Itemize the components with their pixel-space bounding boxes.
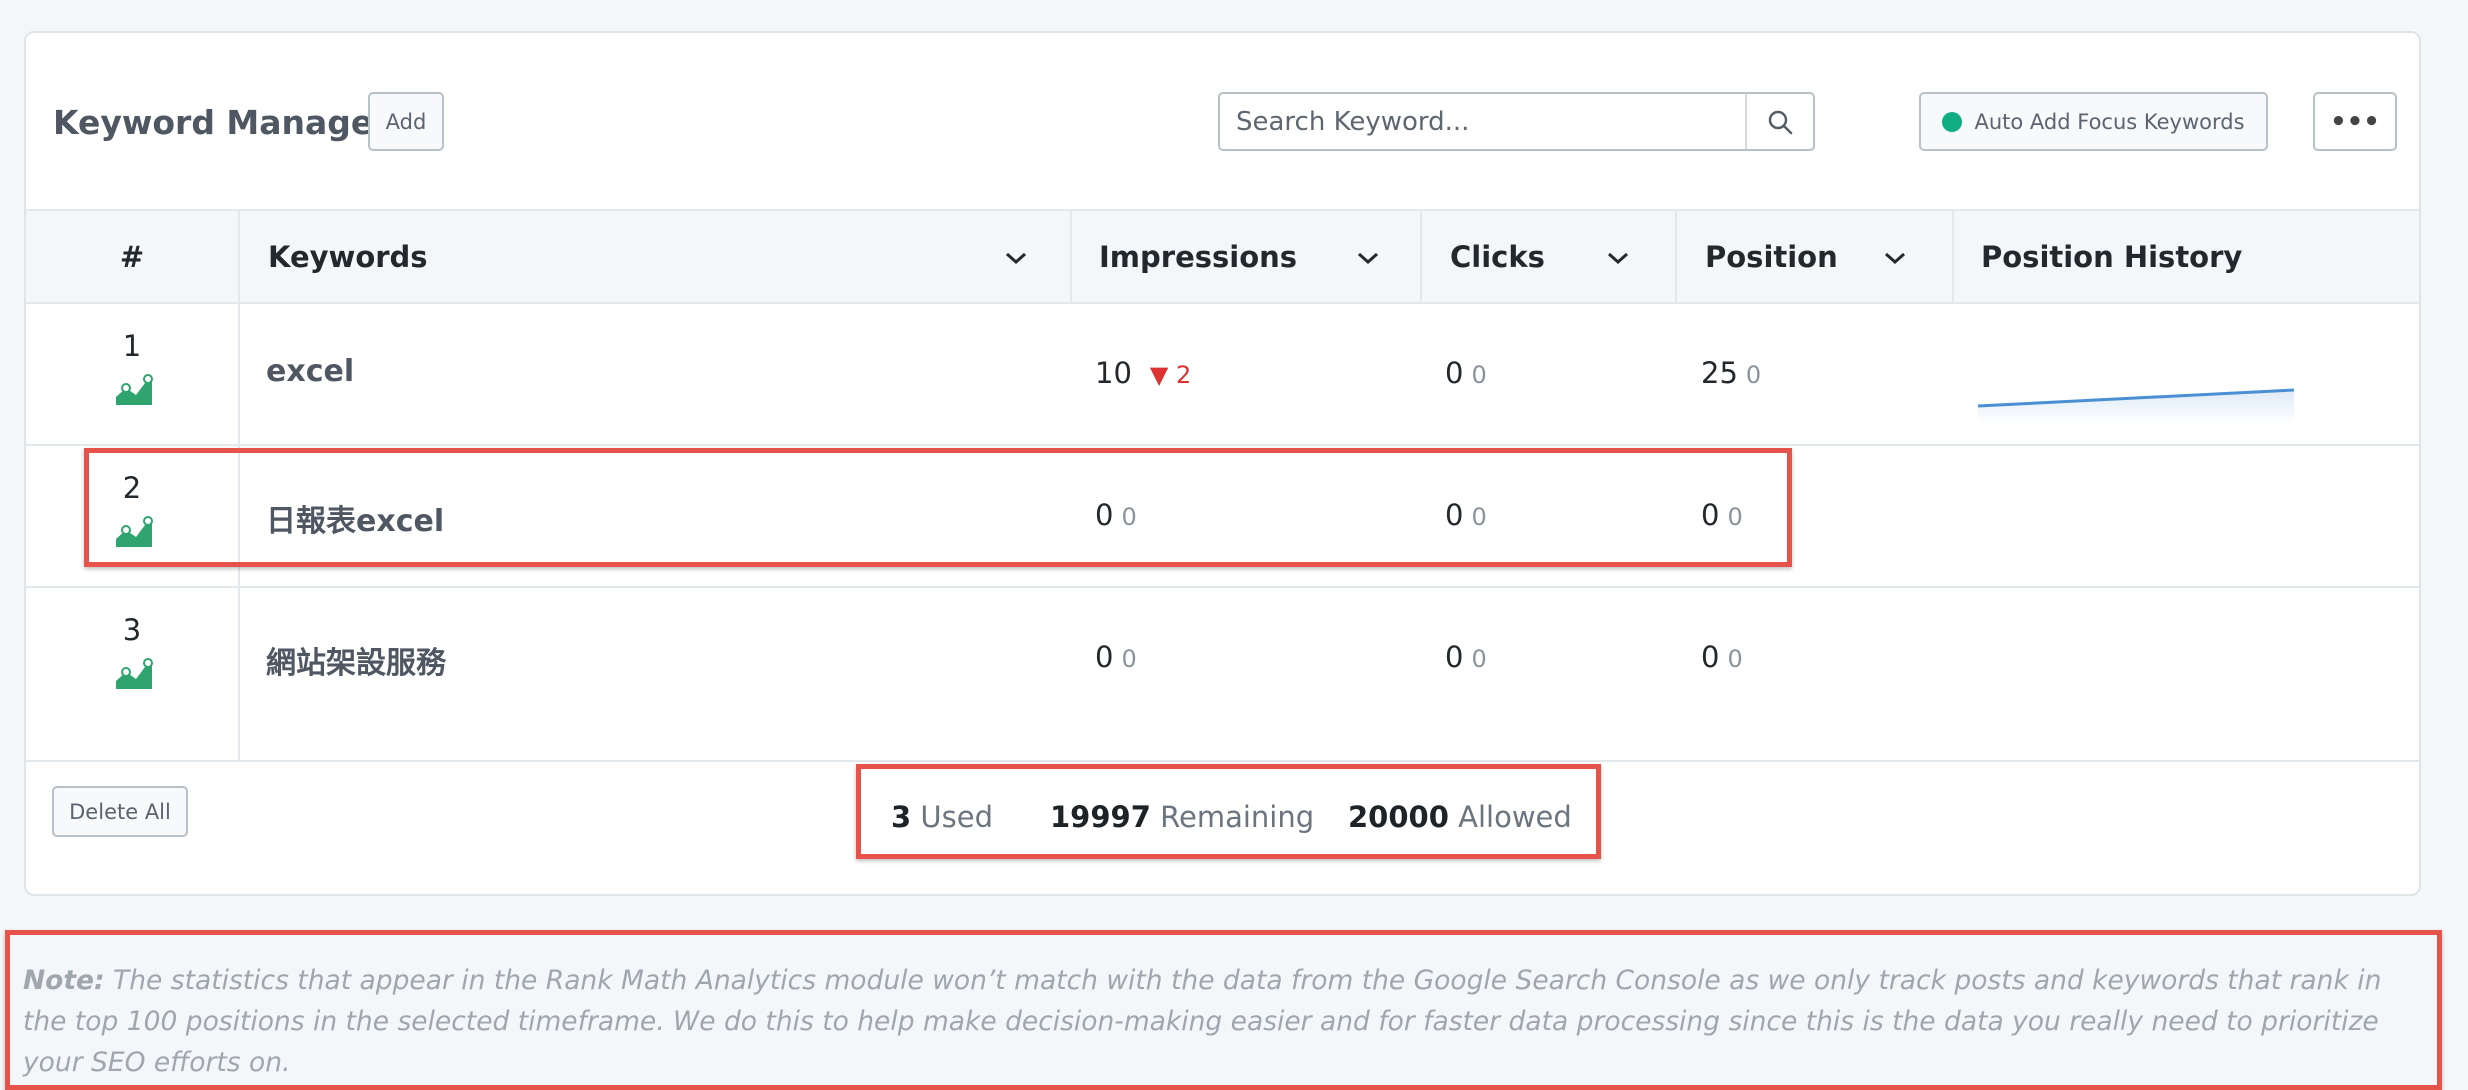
position-number: 25 (1701, 356, 1738, 390)
keyword-link[interactable]: 網站架設服務 (266, 638, 446, 682)
add-keyword-button[interactable]: Add (368, 92, 444, 151)
impressions-number: 0 (1095, 640, 1114, 674)
table-header: # Keywords Impressions Clicks Position P… (26, 209, 2419, 304)
chevron-down-icon[interactable] (1356, 251, 1380, 265)
status-dot (1942, 111, 1963, 132)
col-header-position[interactable]: Position (1705, 211, 1838, 302)
clicks-value: 00 (1445, 640, 1487, 674)
chevron-down-icon[interactable] (1883, 251, 1907, 265)
search-icon (1768, 110, 1793, 134)
position-number: 0 (1701, 640, 1720, 674)
trend-up-icon[interactable] (114, 373, 154, 407)
clicks-change: 0 (1471, 645, 1487, 673)
row-number: 1 (122, 329, 142, 363)
impressions-number: 10 (1095, 356, 1132, 390)
position-change: 0 (1727, 645, 1743, 673)
auto-add-label: Auto Add Focus Keywords (1974, 109, 2245, 134)
search-button[interactable] (1745, 94, 1813, 149)
column-divider (1675, 209, 1677, 304)
col-header-keywords[interactable]: Keywords (268, 211, 428, 302)
highlight-box-note (5, 930, 2442, 1090)
col-header-position-history: Position History (1981, 239, 2243, 274)
chevron-down-icon[interactable] (1606, 251, 1630, 265)
col-header-clicks[interactable]: Clicks (1450, 211, 1545, 302)
impressions-change-value: 2 (1176, 361, 1192, 389)
highlight-box-usage (856, 764, 1601, 859)
impressions-value: 10 ▼ 2 (1095, 356, 1191, 390)
clicks-number: 0 (1445, 356, 1464, 390)
position-history-sparkline (1977, 388, 2295, 424)
search-box (1218, 92, 1815, 151)
col-header-impressions[interactable]: Impressions (1099, 211, 1297, 302)
column-divider (1070, 209, 1072, 304)
impressions-value: 00 (1095, 640, 1137, 674)
sparkline-area (1978, 390, 2294, 424)
highlight-box-row-2 (84, 448, 1792, 567)
clicks-change: 0 (1471, 361, 1487, 389)
page-title: Keyword Manager (53, 103, 390, 142)
position-value: 00 (1701, 640, 1743, 674)
delete-all-button[interactable]: Delete All (52, 786, 188, 837)
table-row: 3 網站架設服務 00 00 00 (26, 588, 2419, 762)
table-row: 1 excel 10 ▼ 2 00 25 0 (26, 304, 2419, 446)
impressions-change-down: ▼ 2 (1149, 361, 1192, 389)
trend-up-icon[interactable] (114, 657, 154, 691)
impressions-change: 0 (1121, 645, 1137, 673)
position-change: 0 (1745, 361, 1762, 389)
row-number: 3 (122, 613, 142, 647)
col-header-number: # (119, 239, 145, 274)
column-divider (1952, 209, 1954, 304)
auto-add-focus-keywords-toggle[interactable]: Auto Add Focus Keywords (1919, 92, 2268, 151)
clicks-number: 0 (1445, 640, 1464, 674)
search-input[interactable] (1220, 94, 1745, 149)
position-value: 25 0 (1701, 356, 1761, 390)
column-divider (1420, 209, 1422, 304)
keyword-link[interactable]: excel (266, 354, 354, 389)
chevron-down-icon[interactable] (1004, 251, 1028, 265)
more-options-button[interactable]: ••• (2313, 92, 2397, 151)
clicks-value: 00 (1445, 356, 1487, 390)
